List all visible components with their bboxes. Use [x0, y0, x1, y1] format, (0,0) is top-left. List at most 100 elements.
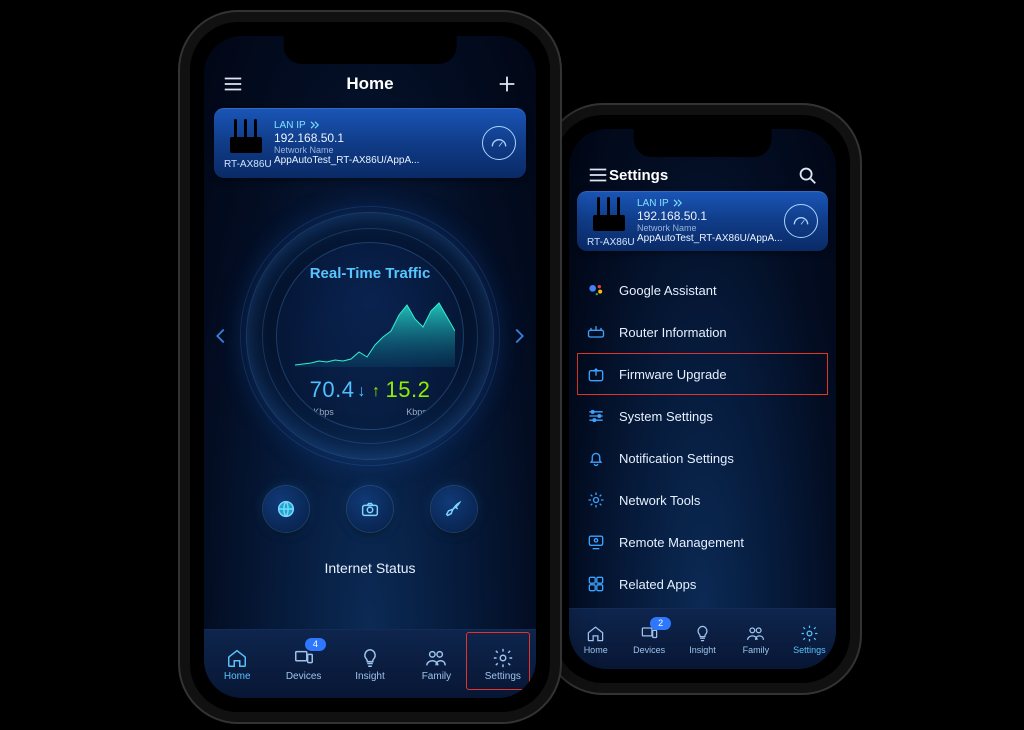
row-label: Google Assistant: [619, 283, 717, 298]
internet-button[interactable]: [263, 486, 309, 532]
gear-tools-icon: [585, 489, 607, 511]
row-label: Remote Management: [619, 535, 744, 550]
add-button[interactable]: [494, 71, 520, 97]
tab-settings[interactable]: Settings: [783, 609, 836, 669]
search-icon: [796, 164, 818, 186]
hamburger-icon: [587, 164, 609, 186]
row-label: Related Apps: [619, 577, 696, 592]
gauge-icon: [791, 211, 811, 231]
settings-list: Google Assistant Router Information Firm…: [569, 269, 836, 601]
router-model: RT-AX86U: [587, 237, 637, 248]
tab-home[interactable]: Home: [204, 630, 270, 698]
titlebar-home: Home: [204, 66, 536, 102]
up-arrow-icon: ↑: [372, 383, 381, 401]
gear-icon: [492, 647, 514, 669]
down-arrow-icon: ↓: [358, 383, 367, 401]
row-label: Router Information: [619, 325, 727, 340]
quick-actions: [204, 486, 536, 532]
plus-icon: [496, 73, 518, 95]
internet-status-label: Internet Status: [204, 560, 536, 576]
dial-inner: Real-Time Traffic 70.4↓ ↑ 15.2 KbpsKbps: [276, 242, 464, 430]
devices-badge: 2: [650, 617, 671, 630]
gauge-icon: [489, 133, 509, 153]
speedometer-button[interactable]: [784, 204, 818, 238]
home-icon: [226, 647, 248, 669]
globe-icon: [275, 498, 297, 520]
bell-icon: [585, 447, 607, 469]
row-notification-settings[interactable]: Notification Settings: [569, 437, 836, 479]
network-name-label: Network Name: [274, 145, 482, 156]
gear-icon: [800, 624, 819, 643]
rocket-icon: [443, 498, 465, 520]
router-card[interactable]: RT-AX86U LAN IP 192.168.50.1 Network Nam…: [577, 191, 828, 251]
phone-settings: Settings RT-AX86U LAN IP 192.168.50.1 Ne…: [555, 115, 850, 683]
row-label: Notification Settings: [619, 451, 734, 466]
router-info-icon: [585, 321, 607, 343]
network-name-label: Network Name: [637, 223, 784, 234]
tab-family[interactable]: Family: [403, 630, 469, 698]
phone-notch: [284, 36, 457, 64]
phone-notch: [633, 129, 772, 157]
search-button[interactable]: [794, 162, 820, 188]
assistant-icon: [585, 279, 607, 301]
dial-title: Real-Time Traffic: [277, 265, 463, 282]
next-button[interactable]: [508, 325, 530, 347]
menu-button[interactable]: [585, 162, 611, 188]
camera-button[interactable]: [347, 486, 393, 532]
tab-settings[interactable]: Settings: [470, 630, 536, 698]
download-value: 70.4: [310, 377, 355, 402]
prev-button[interactable]: [210, 325, 232, 347]
firmware-icon: [585, 363, 607, 385]
row-remote-management[interactable]: Remote Management: [569, 521, 836, 563]
row-google-assistant[interactable]: Google Assistant: [569, 269, 836, 311]
speedtest-button[interactable]: [431, 486, 477, 532]
row-system-settings[interactable]: System Settings: [569, 395, 836, 437]
row-router-information[interactable]: Router Information: [569, 311, 836, 353]
traffic-sparkline: [295, 297, 455, 367]
lan-ip-label: LAN IP: [274, 120, 482, 131]
tab-devices[interactable]: 2 Devices: [622, 609, 675, 669]
tab-insight[interactable]: Insight: [676, 609, 729, 669]
sliders-icon: [585, 405, 607, 427]
network-name-value: AppAutoTest_RT-AX86U/AppA...: [274, 155, 482, 166]
row-network-tools[interactable]: Network Tools: [569, 479, 836, 521]
lan-ip-value: 192.168.50.1: [274, 131, 482, 145]
router-model: RT-AX86U: [224, 159, 274, 170]
row-label: System Settings: [619, 409, 713, 424]
network-name-value: AppAutoTest_RT-AX86U/AppA...: [637, 233, 784, 244]
screen-home: Home RT-AX86U LAN IP 192.168.50.1 Networ…: [204, 36, 536, 698]
router-icon: [224, 117, 268, 157]
chevrons-right-icon: [310, 121, 320, 129]
tab-devices[interactable]: 4 Devices: [270, 630, 336, 698]
traffic-values: 70.4↓ ↑ 15.2: [277, 377, 463, 403]
screen-settings: Settings RT-AX86U LAN IP 192.168.50.1 Ne…: [569, 129, 836, 669]
chevrons-right-icon: [673, 199, 683, 207]
titlebar-settings: Settings: [569, 157, 836, 193]
router-icon: [587, 195, 631, 235]
family-icon: [746, 624, 765, 643]
router-card[interactable]: RT-AX86U LAN IP 192.168.50.1 Network Nam…: [214, 108, 526, 178]
family-icon: [425, 647, 447, 669]
tab-insight[interactable]: Insight: [337, 630, 403, 698]
row-label: Firmware Upgrade: [619, 367, 727, 382]
lan-ip-label: LAN IP: [637, 198, 784, 209]
upload-value: 15.2: [386, 377, 431, 402]
bottom-nav-settings: Home 2 Devices Insight Family Sett: [569, 608, 836, 669]
row-firmware-upgrade[interactable]: Firmware Upgrade: [569, 353, 836, 395]
camera-icon: [359, 498, 381, 520]
tab-home[interactable]: Home: [569, 609, 622, 669]
bulb-icon: [359, 647, 381, 669]
speedometer-button[interactable]: [482, 126, 516, 160]
lan-ip-value: 192.168.50.1: [637, 209, 784, 223]
row-related-apps[interactable]: Related Apps: [569, 563, 836, 601]
page-title: Home: [204, 74, 536, 94]
remote-icon: [585, 531, 607, 553]
devices-badge: 4: [305, 638, 326, 651]
traffic-units: KbpsKbps: [277, 407, 463, 417]
home-icon: [586, 624, 605, 643]
tab-family[interactable]: Family: [729, 609, 782, 669]
bulb-icon: [693, 624, 712, 643]
row-label: Network Tools: [619, 493, 700, 508]
apps-icon: [585, 573, 607, 595]
bottom-nav-home: Home 4 Devices Insight Family Sett: [204, 629, 536, 698]
